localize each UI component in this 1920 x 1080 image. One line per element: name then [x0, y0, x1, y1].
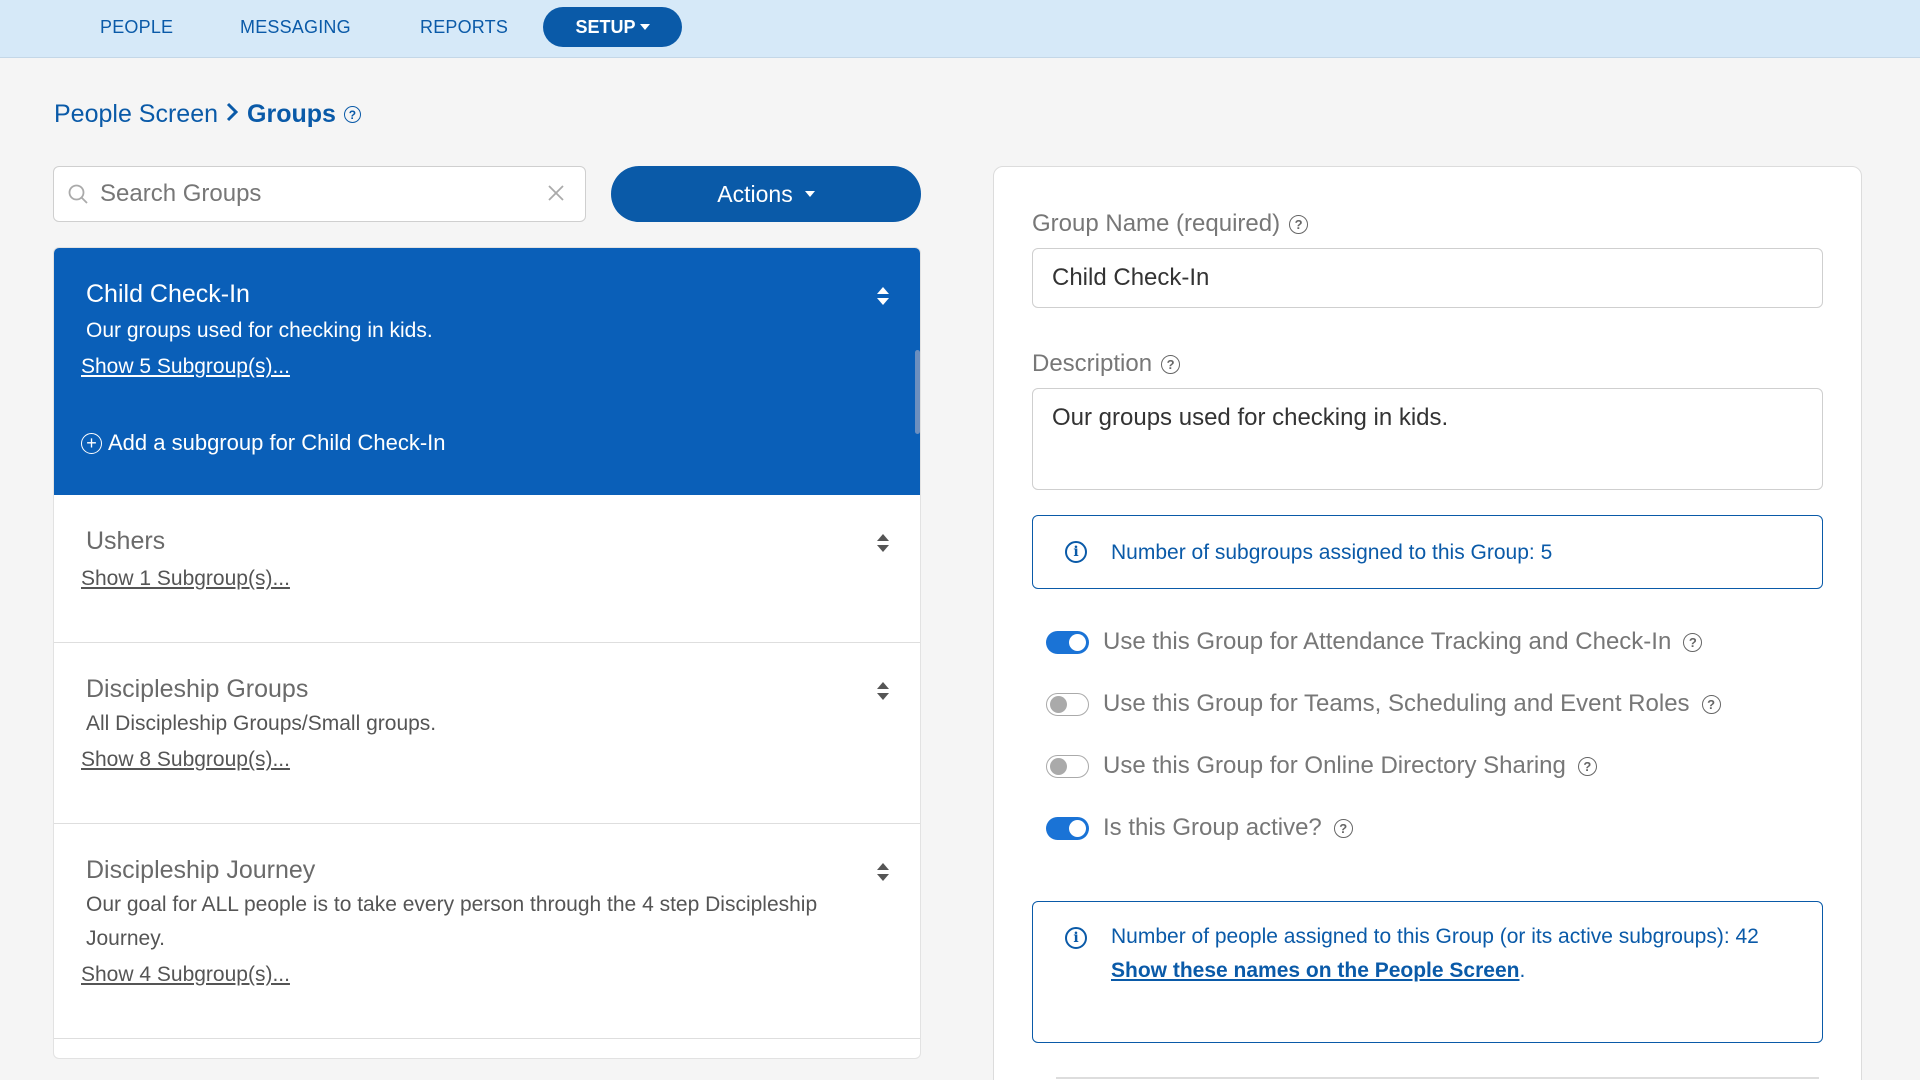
attendance-toggle[interactable]	[1046, 630, 1089, 654]
info-icon: i	[1065, 927, 1087, 949]
group-description: All Discipleship Groups/Small groups.	[86, 712, 437, 735]
group-title: Ushers	[86, 527, 166, 555]
show-subgroups-link[interactable]: Show 4 Subgroup(s)...	[81, 963, 290, 987]
people-info-count: Number of people assigned to this Group …	[1111, 925, 1759, 948]
group-description: Our goal for ALL people is to take every…	[86, 893, 818, 950]
group-title: Discipleship Groups	[86, 675, 309, 703]
group-item-discipleship-groups[interactable]: Discipleship Groups All Discipleship Gro…	[54, 643, 920, 824]
top-nav: PEOPLE MESSAGING REPORTS SETUP	[0, 0, 1920, 58]
description-label: Description ?	[1032, 350, 1181, 378]
caret-down-icon	[639, 24, 650, 30]
nav-reports[interactable]: REPORTS	[420, 17, 508, 38]
subgroups-info-box: i Number of subgroups assigned to this G…	[1032, 515, 1823, 589]
group-list: Child Check-In Our groups used for check…	[53, 247, 921, 1059]
show-subgroups-link[interactable]: Show 5 Subgroup(s)...	[81, 355, 290, 379]
nav-people[interactable]: PEOPLE	[100, 17, 173, 38]
toggle-row-directory: Use this Group for Online Directory Shar…	[1046, 752, 1597, 780]
scrollbar[interactable]	[915, 350, 920, 434]
directory-toggle[interactable]	[1046, 754, 1089, 778]
show-subgroups-link[interactable]: Show 8 Subgroup(s)...	[81, 748, 290, 772]
help-icon[interactable]: ?	[343, 106, 361, 123]
description-textarea[interactable]: Our groups used for checking in kids.	[1032, 388, 1823, 490]
toggle-label: Use this Group for Attendance Tracking a…	[1103, 628, 1672, 655]
group-item-child-check-in[interactable]: Child Check-In Our groups used for check…	[54, 248, 920, 495]
help-icon[interactable]: ?	[1577, 756, 1597, 776]
sort-icon[interactable]	[876, 862, 890, 882]
help-icon[interactable]: ?	[1333, 818, 1353, 838]
nav-messaging[interactable]: MESSAGING	[240, 17, 351, 38]
help-icon[interactable]: ?	[1289, 214, 1309, 234]
nav-setup-label: SETUP	[575, 16, 636, 37]
show-names-link[interactable]: Show these names on the People Screen	[1111, 959, 1519, 982]
group-name-label-text: Group Name (required)	[1032, 210, 1281, 237]
plus-circle-icon: +	[81, 432, 102, 454]
toggle-row-attendance: Use this Group for Attendance Tracking a…	[1046, 628, 1703, 656]
sort-icon[interactable]	[876, 681, 890, 701]
add-subgroup-label: Add a subgroup for Child Check-In	[108, 430, 446, 455]
info-icon: i	[1065, 541, 1087, 563]
search-icon	[68, 184, 88, 204]
actions-button[interactable]: Actions	[611, 166, 921, 222]
breadcrumb-parent-link[interactable]: People Screen	[54, 100, 218, 129]
nav-setup-button[interactable]: SETUP	[543, 7, 682, 47]
group-title: Child Check-In	[86, 280, 250, 308]
toggle-row-teams: Use this Group for Teams, Scheduling and…	[1046, 690, 1721, 718]
group-description: Our groups used for checking in kids.	[86, 319, 433, 342]
divider	[1056, 1077, 1819, 1079]
search-box	[53, 166, 586, 222]
search-input[interactable]	[100, 175, 530, 213]
close-icon[interactable]	[545, 182, 567, 204]
show-subgroups-link[interactable]: Show 1 Subgroup(s)...	[81, 567, 290, 591]
sort-icon[interactable]	[876, 533, 890, 553]
help-icon[interactable]: ?	[1701, 694, 1721, 714]
actions-label: Actions	[717, 180, 793, 207]
toggle-label: Use this Group for Teams, Scheduling and…	[1103, 690, 1690, 717]
caret-down-icon	[804, 191, 815, 197]
group-name-field[interactable]: Child Check-In	[1032, 248, 1823, 308]
active-toggle[interactable]	[1046, 816, 1089, 840]
group-item-discipleship-journey[interactable]: Discipleship Journey Our goal for ALL pe…	[54, 824, 920, 1039]
teams-toggle[interactable]	[1046, 692, 1089, 716]
group-title: Discipleship Journey	[86, 856, 316, 884]
help-icon[interactable]: ?	[1161, 354, 1181, 374]
breadcrumb: People Screen Groups ?	[54, 100, 361, 129]
people-info-box: i Number of people assigned to this Grou…	[1032, 901, 1823, 1043]
group-name-label: Group Name (required) ?	[1032, 210, 1309, 238]
sort-icon[interactable]	[876, 286, 890, 306]
help-icon[interactable]: ?	[1683, 632, 1703, 652]
people-info-text: Number of people assigned to this Group …	[1111, 920, 1771, 988]
group-item-ushers[interactable]: Ushers Show 1 Subgroup(s)...	[54, 495, 920, 643]
add-subgroup-link[interactable]: + Add a subgroup for Child Check-In	[81, 430, 446, 456]
people-link-suffix: .	[1519, 959, 1526, 982]
subgroups-info-text: Number of subgroups assigned to this Gro…	[1111, 541, 1553, 564]
description-label-text: Description	[1032, 350, 1153, 377]
toggle-label: Use this Group for Online Directory Shar…	[1103, 752, 1566, 779]
toggle-label: Is this Group active?	[1103, 814, 1322, 841]
toggle-row-active: Is this Group active? ?	[1046, 814, 1353, 842]
chevron-right-icon	[226, 100, 239, 129]
breadcrumb-current: Groups	[247, 100, 336, 128]
